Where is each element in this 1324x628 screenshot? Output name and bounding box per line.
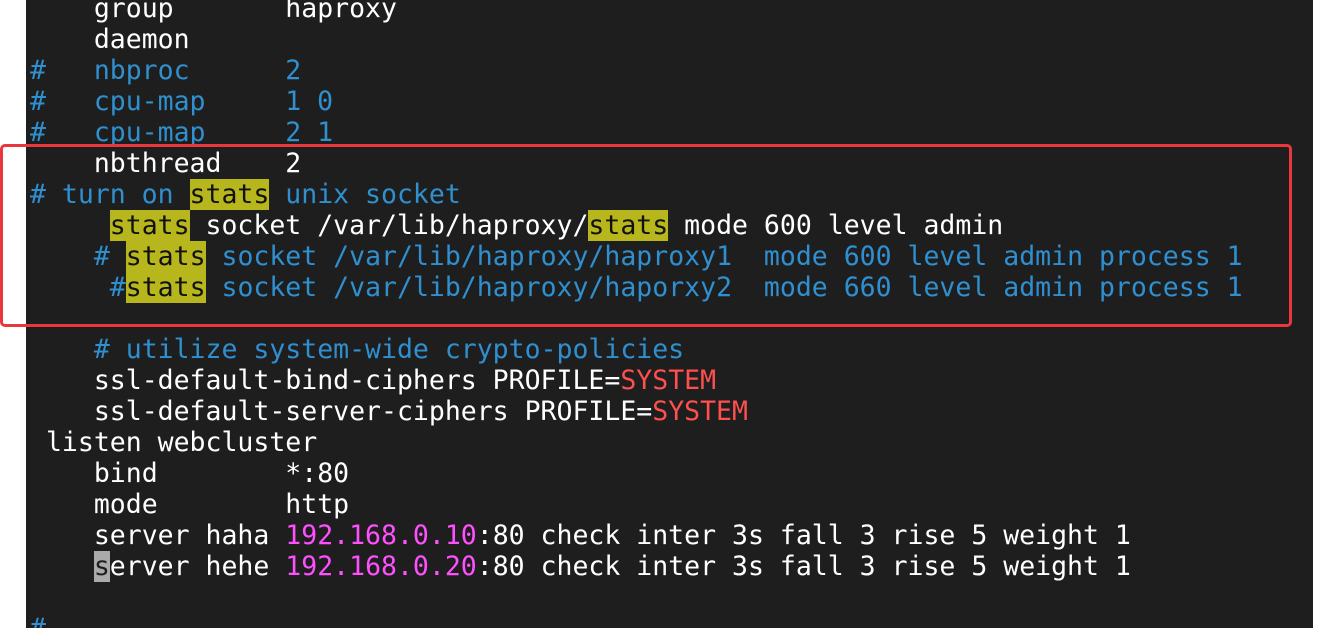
- code-token: unix socket: [269, 179, 461, 210]
- search-highlight: stats: [588, 210, 669, 241]
- code-line: ssl-default-server-ciphers PROFILE=SYSTE…: [30, 396, 1243, 427]
- search-highlight: stats: [125, 241, 206, 272]
- code-line: mode http: [30, 489, 1243, 520]
- code-line: server haha 192.168.0.10:80 check inter …: [30, 520, 1243, 551]
- code-line: group haproxy: [30, 0, 1243, 24]
- code-token: group haproxy: [93, 0, 397, 24]
- code-token: ssl-default-bind-ciphers PROFILE=: [93, 365, 621, 396]
- config-text[interactable]: group haproxy daemon # nbproc 2 # cpu-map …: [30, 0, 1243, 628]
- search-highlight: stats: [189, 179, 270, 210]
- right-gutter: [1313, 0, 1324, 628]
- screenshot-frame: group haproxy daemon # nbproc 2 # cpu-map …: [0, 0, 1324, 628]
- code-line: bind *:80: [30, 458, 1243, 489]
- text-cursor: s: [93, 551, 110, 582]
- code-token: mode 600 level admin: [668, 210, 1004, 241]
- code-token: 192.168.0.10: [285, 520, 477, 551]
- search-highlight: stats: [125, 272, 206, 303]
- code-token: #: [93, 241, 126, 272]
- code-line: # turn on stats unix socket: [30, 179, 1243, 210]
- code-token: socket /var/lib/haproxy/: [189, 210, 589, 241]
- code-token: socket /var/lib/haproxy/haproxy1 mode 60…: [205, 241, 1243, 272]
- code-line: # cpu-map 1 0: [30, 86, 1243, 117]
- code-token: # nbproc 2: [30, 55, 302, 86]
- code-token: mode http: [93, 489, 350, 520]
- code-line: # nbproc 2: [30, 55, 1243, 86]
- code-token: :80 check inter 3s fall 3 rise 5 weight …: [476, 551, 1131, 582]
- code-line: # utilize system-wide crypto-policies: [30, 334, 1243, 365]
- code-line: server hehe 192.168.0.20:80 check inter …: [30, 551, 1243, 582]
- code-line: daemon: [30, 24, 1243, 55]
- search-highlight: stats: [109, 210, 190, 241]
- code-line: nbthread 2: [30, 148, 1243, 179]
- code-token: daemon: [93, 24, 190, 55]
- code-line: #: [30, 613, 1243, 628]
- code-token: 192.168.0.20: [285, 551, 477, 582]
- code-token: bind *:80: [93, 458, 350, 489]
- code-line: listen webcluster: [30, 427, 1243, 458]
- code-token: # cpu-map 1 0: [30, 86, 334, 117]
- code-token: SYSTEM: [652, 396, 748, 427]
- terminal-editor[interactable]: group haproxy daemon # nbproc 2 # cpu-map …: [26, 0, 1313, 628]
- code-token: ssl-default-server-ciphers PROFILE=: [93, 396, 653, 427]
- code-token: SYSTEM: [620, 365, 717, 396]
- code-token: server haha: [93, 520, 286, 551]
- code-token: # utilize system-wide crypto-policies: [93, 334, 685, 365]
- code-line: # stats socket /var/lib/haproxy/haproxy1…: [30, 241, 1243, 272]
- code-token: #: [30, 613, 46, 628]
- code-token: nbthread 2: [93, 148, 302, 179]
- code-line: # cpu-map 2 1: [30, 117, 1243, 148]
- code-token: # cpu-map 2 1: [30, 117, 334, 148]
- code-token: socket /var/lib/haproxy/haporxy2 mode 66…: [205, 272, 1243, 303]
- code-token: :80 check inter 3s fall 3 rise 5 weight …: [476, 520, 1131, 551]
- code-line: #stats socket /var/lib/haproxy/haporxy2 …: [30, 272, 1243, 303]
- code-line: stats socket /var/lib/haproxy/stats mode…: [30, 210, 1243, 241]
- code-token: listen webcluster: [45, 427, 318, 458]
- code-token: #: [109, 272, 126, 303]
- code-token: erver hehe: [109, 551, 286, 582]
- code-token: # turn on: [30, 179, 190, 210]
- left-gutter: [0, 0, 26, 628]
- code-line: ssl-default-bind-ciphers PROFILE=SYSTEM: [30, 365, 1243, 396]
